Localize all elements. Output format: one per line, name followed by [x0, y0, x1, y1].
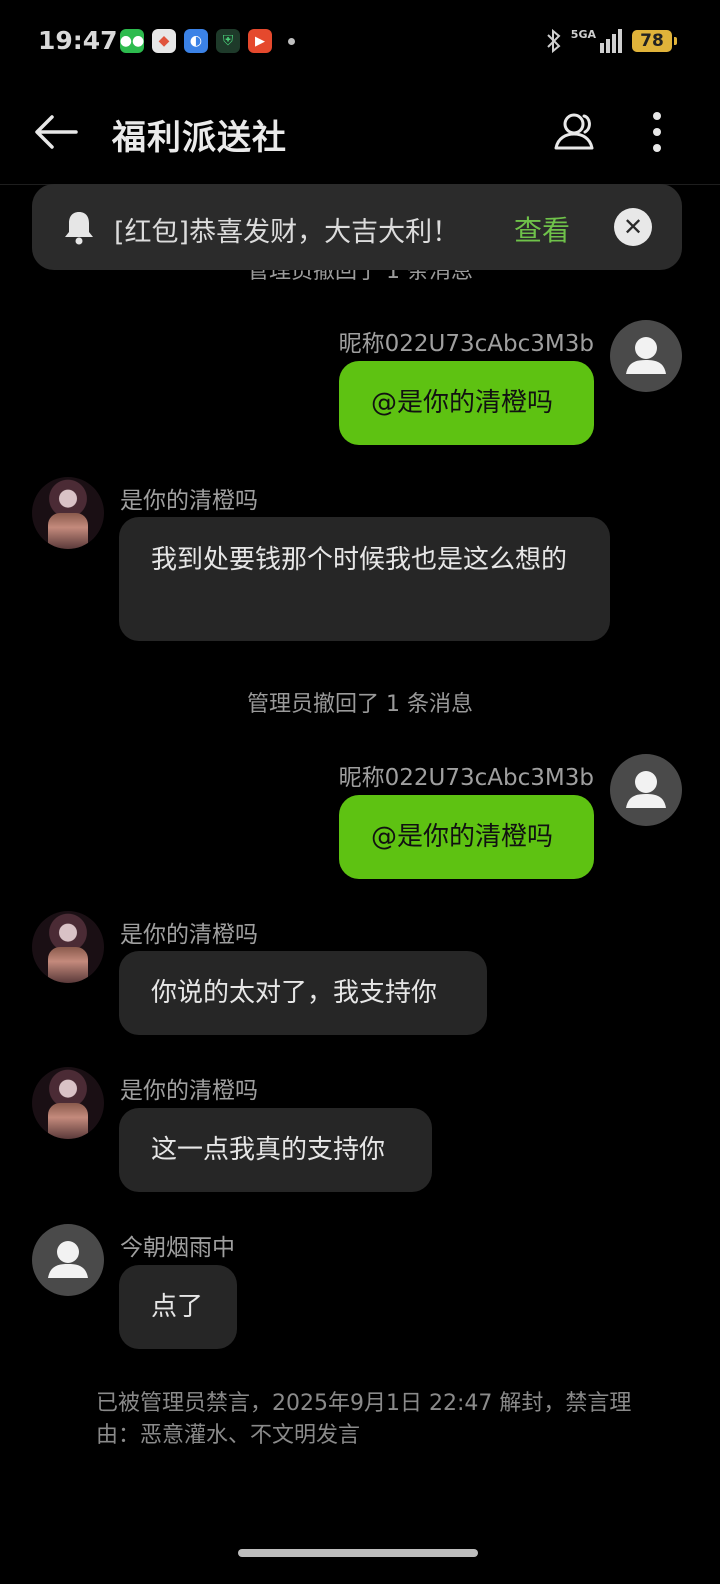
network-label: 5GA — [570, 28, 596, 41]
avatar[interactable] — [32, 911, 104, 983]
notification-icons: ●● ◆ ◐ ⛨ ▶ — [120, 29, 295, 53]
back-arrow-icon[interactable] — [32, 112, 80, 152]
mute-notice: 已被管理员禁言，2025年9月1日 22:47 解封，禁言理由：恶意灌水、不文明… — [96, 1391, 632, 1448]
system-message: 管理员撤回了 1 条消息 — [247, 692, 473, 717]
more-notifications-dot — [288, 37, 295, 45]
avatar[interactable] — [32, 477, 104, 549]
message-bubble-mine[interactable]: @是你的清橙吗 — [339, 795, 594, 879]
wechat-icon: ●● — [120, 29, 144, 53]
browser-icon: ◐ — [184, 29, 208, 53]
close-icon[interactable]: ✕ — [614, 208, 652, 246]
default-avatar-icon — [626, 337, 666, 374]
game-icon: ◆ — [152, 29, 176, 53]
bluetooth-icon — [547, 28, 561, 54]
avatar[interactable] — [32, 1224, 104, 1296]
home-indicator[interactable] — [238, 1549, 478, 1557]
chat-header: 福利派送社 — [0, 84, 720, 185]
red-packet-banner[interactable]: [红包]恭喜发财，大吉大利！ 查看 ✕ — [32, 184, 682, 270]
avatar[interactable] — [610, 320, 682, 392]
status-indicators: 5GA 78 — [545, 28, 677, 54]
view-button[interactable]: 查看 — [514, 209, 570, 249]
video-icon: ▶ — [248, 29, 272, 53]
battery-indicator: 78 — [632, 30, 677, 52]
avatar[interactable] — [32, 1067, 104, 1139]
message-bubble[interactable]: 这一点我真的支持你 — [119, 1108, 432, 1192]
more-options-icon[interactable] — [640, 108, 674, 156]
sender-name: 昵称022U73cAbc3M3b — [338, 765, 594, 791]
sender-name: 是你的清橙吗 — [120, 488, 258, 514]
sender-name: 是你的清橙吗 — [120, 1078, 258, 1104]
default-avatar-icon — [48, 1241, 88, 1278]
status-bar: 19:47 ●● ◆ ◐ ⛨ ▶ 5GA 78 — [0, 0, 720, 84]
signal-icon — [600, 29, 622, 53]
security-icon: ⛨ — [216, 29, 240, 53]
default-avatar-icon — [626, 771, 666, 808]
message-bubble[interactable]: 我到处要钱那个时候我也是这么想的 — [119, 517, 610, 641]
message-bubble-mine[interactable]: @是你的清橙吗 — [339, 361, 594, 445]
sender-name: 是你的清橙吗 — [120, 922, 258, 948]
chat-title: 福利派送社 — [112, 118, 287, 158]
banner-text: [红包]恭喜发财，大吉大利！ — [114, 217, 460, 248]
status-time: 19:47 — [38, 26, 118, 55]
bell-icon — [65, 212, 93, 245]
group-members-icon[interactable] — [552, 108, 600, 156]
message-bubble[interactable]: 你说的太对了，我支持你 — [119, 951, 487, 1035]
message-bubble[interactable]: 点了 — [119, 1265, 237, 1349]
sender-name: 今朝烟雨中 — [120, 1235, 235, 1261]
sender-name: 昵称022U73cAbc3M3b — [338, 331, 594, 357]
avatar[interactable] — [610, 754, 682, 826]
